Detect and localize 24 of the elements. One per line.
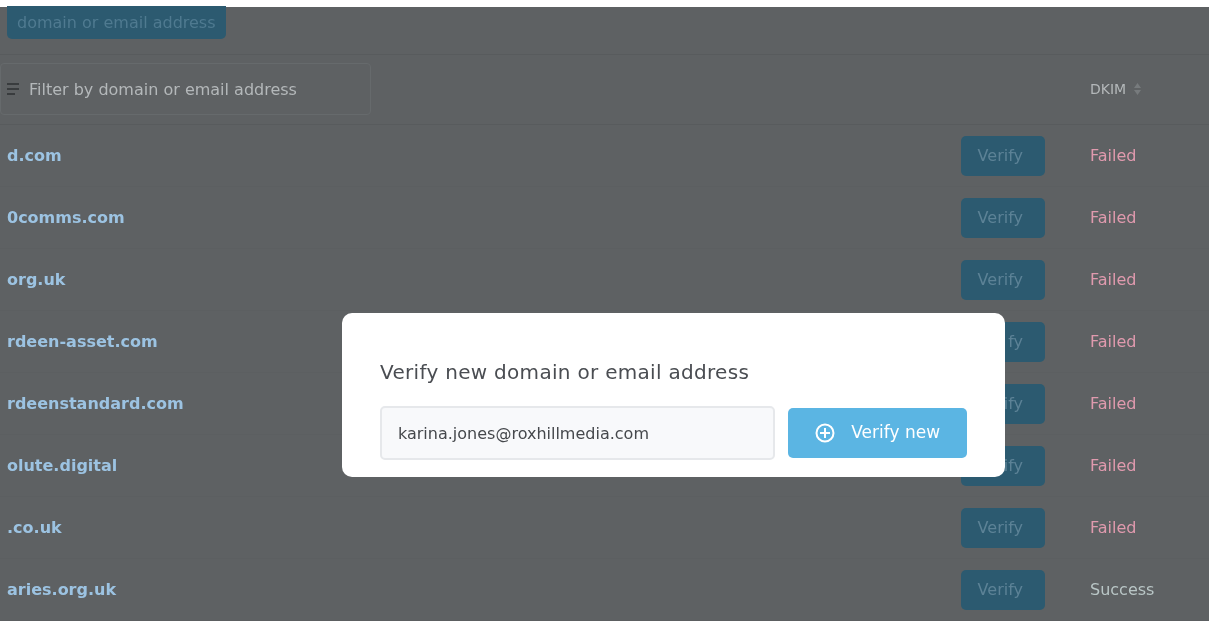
dkim-status: Failed [1090,516,1138,539]
dialog-title: Verify new domain or email address [380,359,751,386]
dkim-status: Failed [1090,454,1138,477]
filter-icon [6,82,20,97]
domain-link[interactable]: org.uk [7,267,66,292]
dkim-status: Failed [1090,330,1138,353]
dkim-status: Success [1090,578,1156,601]
plus-circle-icon [815,423,836,443]
dkim-status: Failed [1090,268,1138,291]
domain-link[interactable]: rdeenstandard.com [7,391,184,416]
dkim-status: Failed [1090,206,1138,229]
domain-link[interactable]: 0comms.com [7,205,125,230]
dkim-status: Failed [1090,392,1138,415]
email-input[interactable]: karina.jones@roxhillmedia.com [380,406,776,460]
column-header[interactable]: DKIM [1090,78,1127,100]
verify-new-button[interactable]: Verify new [788,408,967,458]
filter-field[interactable]: Filter by domain or email address [0,63,371,116]
domain-link[interactable]: olute.digital [7,453,118,478]
dkim-status: Failed [1090,144,1138,167]
domain-link[interactable]: .co.uk [7,515,62,540]
domain-link[interactable]: rdeen-asset.com [7,329,158,354]
domain-link[interactable]: d.com [7,143,62,168]
domain-link[interactable]: aries.org.uk [7,577,117,602]
sort-icon[interactable] [1134,83,1142,96]
